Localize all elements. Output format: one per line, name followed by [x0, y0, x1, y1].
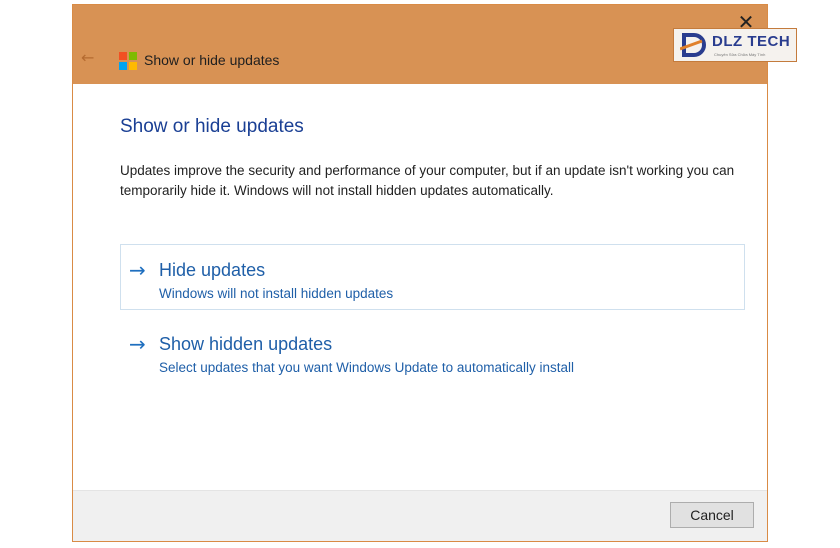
page-description: Updates improve the security and perform…	[120, 163, 735, 198]
dlz-logo-icon	[680, 33, 706, 57]
option-subtitle: Select updates that you want Windows Upd…	[159, 360, 574, 375]
cancel-button[interactable]: Cancel	[670, 502, 754, 528]
hide-updates-option[interactable]: → Hide updates Windows will not install …	[120, 244, 745, 310]
windows-logo-icon	[119, 52, 137, 70]
back-arrow-icon[interactable]: ←	[81, 50, 94, 66]
option-subtitle: Windows will not install hidden updates	[159, 286, 394, 301]
watermark-logo: DLZ TECH Chuyên Sửa Chữa Máy Tính	[673, 28, 797, 62]
watermark-tagline: Chuyên Sửa Chữa Máy Tính	[714, 52, 766, 57]
page-title: Show or hide updates	[120, 116, 304, 137]
watermark-brand: DLZ TECH	[712, 33, 791, 50]
option-title: Show hidden updates	[159, 334, 333, 354]
show-hidden-updates-option[interactable]: → Show hidden updates Select updates tha…	[120, 318, 745, 384]
window-title: Show or hide updates	[144, 52, 280, 68]
option-title: Hide updates	[159, 260, 266, 280]
dialog-footer: Cancel	[73, 490, 767, 541]
title-bar: ✕ ← Show or hide updates DLZ TECH Chuyên…	[73, 5, 797, 84]
arrow-right-icon: →	[129, 332, 146, 356]
arrow-right-icon: →	[129, 258, 146, 282]
troubleshooter-dialog: ✕ ← Show or hide updates DLZ TECH Chuyên…	[72, 4, 797, 542]
